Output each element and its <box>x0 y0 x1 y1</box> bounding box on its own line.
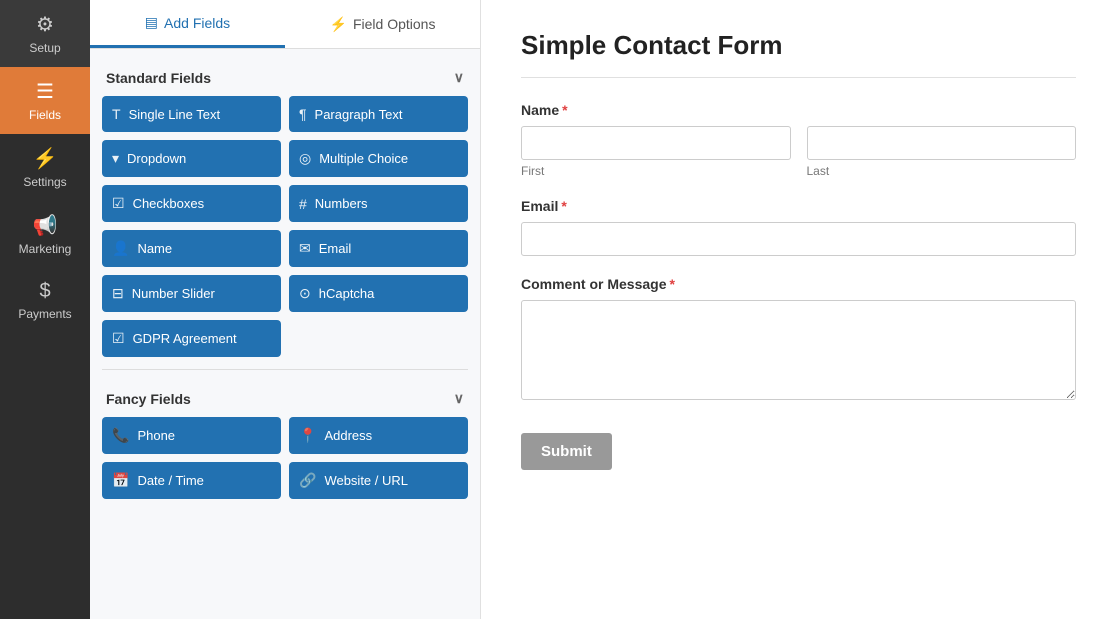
form-panel: Simple Contact Form Name* First Last Ema… <box>480 0 1116 619</box>
website-url-icon: 🔗 <box>299 472 316 489</box>
field-btn-checkboxes[interactable]: ☑ Checkboxes <box>102 185 281 222</box>
standard-fields-title: Standard Fields <box>106 70 211 86</box>
name-label: Name* <box>521 102 1076 118</box>
phone-icon: 📞 <box>112 427 129 444</box>
fancy-fields-title: Fancy Fields <box>106 391 191 407</box>
field-btn-multiple-choice[interactable]: ◎ Multiple Choice <box>289 140 468 177</box>
field-btn-paragraph-text[interactable]: ¶ Paragraph Text <box>289 96 468 132</box>
form-group-comment: Comment or Message* <box>521 276 1076 405</box>
dropdown-icon: ▾ <box>112 150 119 167</box>
form-group-email: Email* <box>521 198 1076 256</box>
sidebar-item-setup[interactable]: ⚙ Setup <box>0 0 90 67</box>
checkboxes-icon: ☑ <box>112 195 125 212</box>
comment-label: Comment or Message* <box>521 276 1076 292</box>
name-first-group: First <box>521 126 791 178</box>
field-btn-gdpr[interactable]: ☑ GDPR Agreement <box>102 320 281 357</box>
form-group-name: Name* First Last <box>521 102 1076 178</box>
field-btn-address[interactable]: 📍 Address <box>289 417 468 454</box>
name-last-group: Last <box>807 126 1077 178</box>
fields-icon: ☰ <box>36 79 54 104</box>
comment-textarea[interactable] <box>521 300 1076 400</box>
email-label: Email* <box>521 198 1076 214</box>
sidebar-item-marketing[interactable]: 📢 Marketing <box>0 201 90 268</box>
standard-fields-chevron[interactable]: ∨ <box>454 69 464 86</box>
field-btn-date-time[interactable]: 📅 Date / Time <box>102 462 281 499</box>
email-input[interactable] <box>521 222 1076 256</box>
field-btn-phone[interactable]: 📞 Phone <box>102 417 281 454</box>
field-btn-dropdown[interactable]: ▾ Dropdown <box>102 140 281 177</box>
fancy-fields-grid: 📞 Phone 📍 Address 📅 Date / Time 🔗 Websit… <box>102 417 468 499</box>
fields-content: Standard Fields ∨ T Single Line Text ¶ P… <box>90 49 480 523</box>
middle-panel: ▤ Add Fields ⚡ Field Options Standard Fi… <box>90 0 480 619</box>
name-inputs-row: First Last <box>521 126 1076 178</box>
sidebar-item-settings[interactable]: ⚡ Settings <box>0 134 90 201</box>
payments-icon: $ <box>39 280 50 303</box>
fancy-fields-header: Fancy Fields ∨ <box>102 382 468 417</box>
hcaptcha-icon: ⊙ <box>299 285 311 302</box>
name-first-input[interactable] <box>521 126 791 160</box>
fancy-fields-chevron[interactable]: ∨ <box>454 390 464 407</box>
single-line-text-icon: T <box>112 106 121 122</box>
field-btn-name[interactable]: 👤 Name <box>102 230 281 267</box>
section-divider <box>102 369 468 370</box>
submit-button[interactable]: Submit <box>521 433 612 470</box>
sidebar-item-label: Marketing <box>19 242 72 256</box>
field-btn-hcaptcha[interactable]: ⊙ hCaptcha <box>289 275 468 312</box>
field-btn-website-url[interactable]: 🔗 Website / URL <box>289 462 468 499</box>
name-last-sublabel: Last <box>807 164 1077 178</box>
field-options-icon: ⚡ <box>330 16 347 33</box>
sidebar-item-payments[interactable]: $ Payments <box>0 268 90 333</box>
email-icon: ✉ <box>299 240 311 257</box>
paragraph-text-icon: ¶ <box>299 106 307 122</box>
standard-fields-header: Standard Fields ∨ <box>102 61 468 96</box>
field-btn-numbers[interactable]: # Numbers <box>289 185 468 222</box>
sidebar-item-label: Fields <box>29 108 61 122</box>
multiple-choice-icon: ◎ <box>299 150 311 167</box>
add-fields-icon: ▤ <box>145 14 158 31</box>
sidebar-item-label: Payments <box>18 307 71 321</box>
standard-fields-grid: T Single Line Text ¶ Paragraph Text ▾ Dr… <box>102 96 468 357</box>
number-slider-icon: ⊟ <box>112 285 124 302</box>
tab-add-fields[interactable]: ▤ Add Fields <box>90 0 285 48</box>
sidebar-nav: ⚙ Setup ☰ Fields ⚡ Settings 📢 Marketing … <box>0 0 90 619</box>
sidebar-item-label: Settings <box>23 175 66 189</box>
tab-bar: ▤ Add Fields ⚡ Field Options <box>90 0 480 49</box>
tab-field-options[interactable]: ⚡ Field Options <box>285 0 480 48</box>
name-first-sublabel: First <box>521 164 791 178</box>
address-icon: 📍 <box>299 427 316 444</box>
sidebar-item-fields[interactable]: ☰ Fields <box>0 67 90 134</box>
gear-icon: ⚙ <box>36 12 54 37</box>
name-last-input[interactable] <box>807 126 1077 160</box>
numbers-icon: # <box>299 196 307 212</box>
settings-icon: ⚡ <box>33 146 58 171</box>
gdpr-icon: ☑ <box>112 330 125 347</box>
form-title: Simple Contact Form <box>521 30 1076 78</box>
field-btn-number-slider[interactable]: ⊟ Number Slider <box>102 275 281 312</box>
name-icon: 👤 <box>112 240 129 257</box>
field-btn-single-line-text[interactable]: T Single Line Text <box>102 96 281 132</box>
sidebar-item-label: Setup <box>29 41 60 55</box>
date-time-icon: 📅 <box>112 472 129 489</box>
marketing-icon: 📢 <box>33 213 58 238</box>
field-btn-email[interactable]: ✉ Email <box>289 230 468 267</box>
